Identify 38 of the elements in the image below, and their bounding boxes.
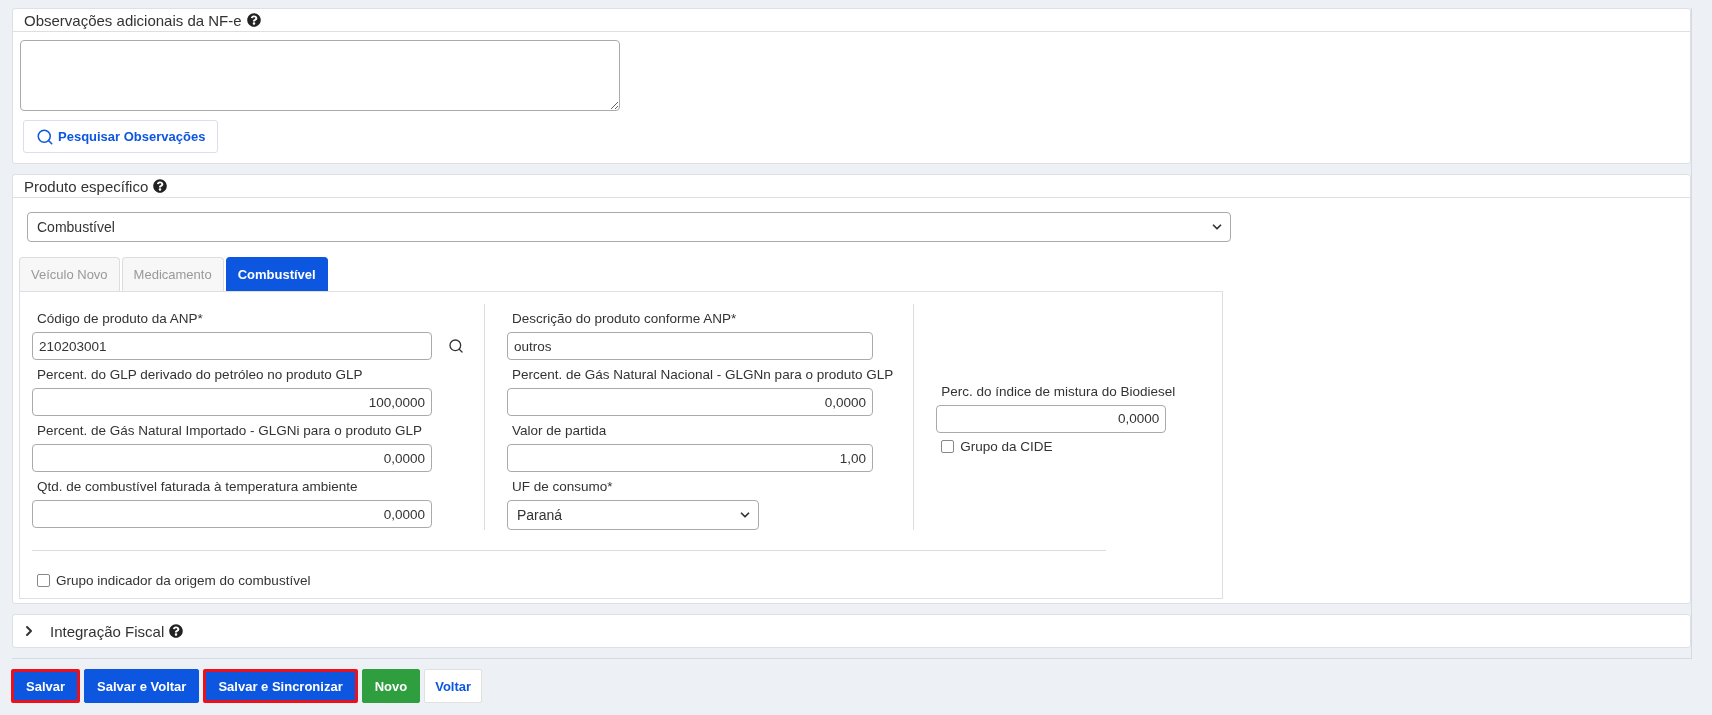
search-observations-button[interactable]: Pesquisar Observações — [23, 120, 219, 153]
action-button[interactable]: Salvar e Voltar — [84, 669, 200, 703]
help-icon[interactable] — [153, 179, 168, 193]
tab[interactable]: Combustível — [225, 257, 328, 291]
checkbox-label: Grupo da CIDE — [960, 438, 1053, 454]
product-type-select[interactable]: Combustível — [27, 212, 1231, 242]
help-icon[interactable] — [169, 624, 184, 638]
input-field[interactable]: 0,0000 — [936, 404, 1167, 433]
help-icon[interactable] — [246, 13, 261, 27]
field-label: Valor de partida — [512, 422, 608, 439]
input-field[interactable]: outros — [507, 332, 873, 360]
field-label: UF de consumo* — [512, 478, 614, 495]
input-field[interactable]: 0,0000 — [32, 500, 432, 528]
search-icon[interactable] — [448, 338, 464, 354]
field-label: Código de produto da ANP* — [37, 310, 204, 327]
checkbox-label: Grupo indicador da origem do combustível — [56, 573, 311, 588]
panel-title: Observações adicionais da NF-e — [24, 11, 242, 29]
input-field[interactable]: 210203001 — [32, 332, 432, 360]
action-button[interactable]: Salvar e Sincronizar — [203, 669, 358, 703]
field-label: Qtd. de combustível faturada à temperatura ambiente — [37, 478, 359, 495]
input-field[interactable]: 0,0000 — [32, 444, 432, 472]
search-icon — [36, 127, 54, 146]
input-field[interactable]: 100,0000 — [32, 388, 432, 416]
action-button[interactable]: Salvar — [11, 669, 81, 703]
field-label: Perc. do índice de mistura do Biodiesel — [941, 382, 1177, 400]
panel-title: Integração Fiscal — [50, 622, 165, 640]
field-label: Percent. do GLP derivado do petróleo no produto GLP — [37, 366, 364, 383]
panel-title: Produto específico — [24, 177, 149, 195]
field-label: Percent. de Gás Natural Nacional - GLGNn para o produto GLP — [512, 366, 894, 383]
select-field[interactable]: Paraná — [507, 500, 759, 530]
checkbox[interactable] — [941, 439, 955, 453]
input-field[interactable]: 0,0000 — [507, 388, 873, 416]
field-label: Percent. de Gás Natural Importado - GLGNi para o produto GLP — [37, 422, 423, 439]
field-label: Descrição do produto conforme ANP* — [512, 310, 738, 327]
input-field[interactable]: 1,00 — [507, 444, 873, 472]
action-button[interactable]: Voltar — [424, 669, 483, 703]
fiscal-panel[interactable]: Integração Fiscal — [12, 614, 1691, 648]
checkbox[interactable] — [37, 574, 50, 587]
